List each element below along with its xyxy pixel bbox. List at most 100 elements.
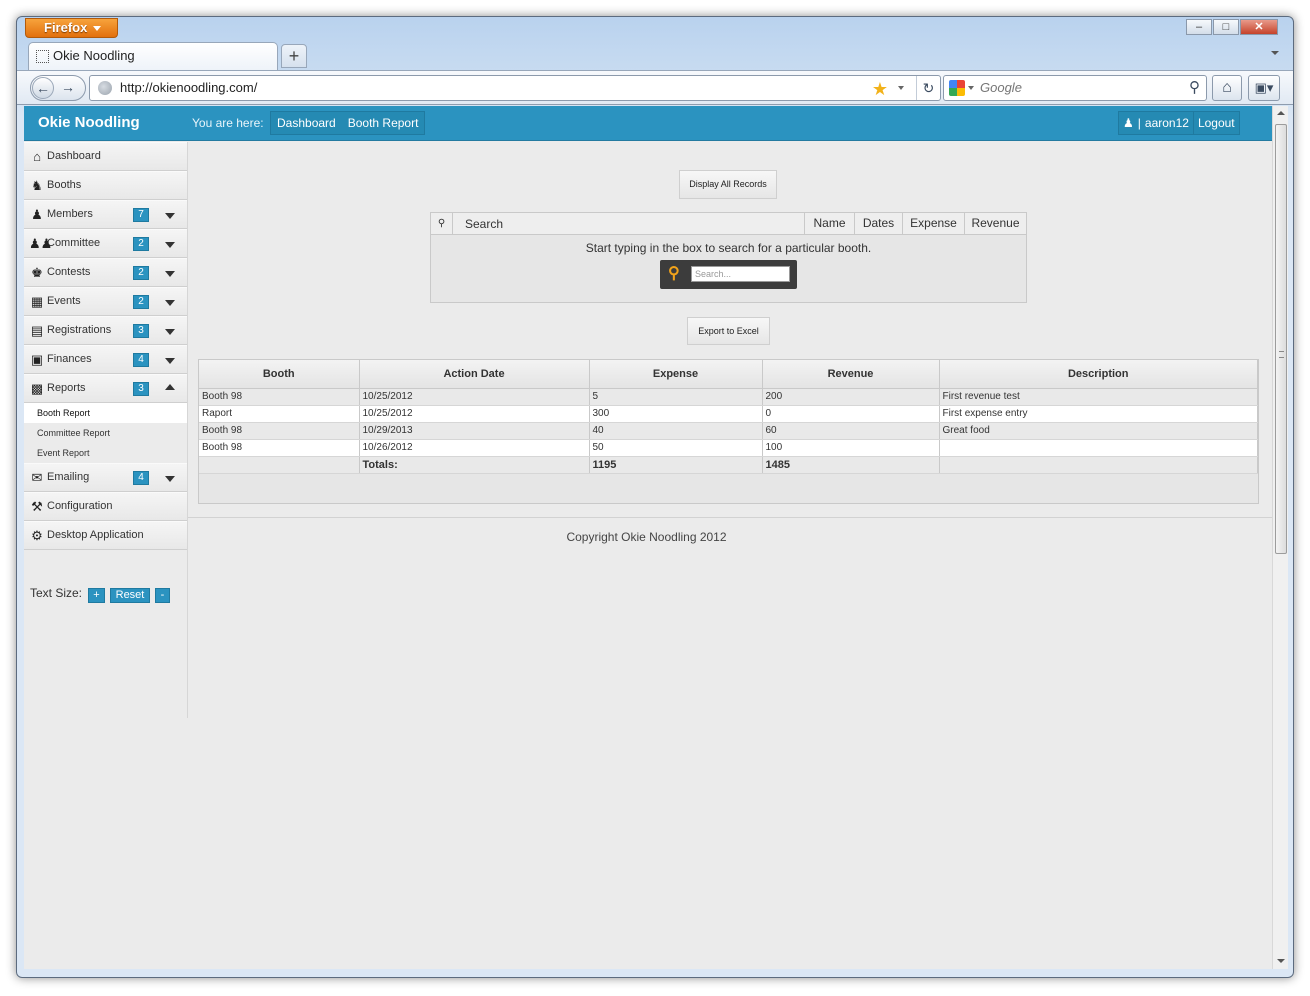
minimize-button[interactable]: – bbox=[1186, 19, 1212, 35]
column-header-booth[interactable]: Booth bbox=[199, 360, 360, 389]
chevron-down-icon[interactable] bbox=[165, 358, 175, 364]
close-button[interactable]: ✕ bbox=[1240, 19, 1278, 35]
totals-row: Totals: 1195 1485 bbox=[199, 456, 1258, 474]
logout-link[interactable]: Logout bbox=[1192, 112, 1239, 134]
count-badge: 4 bbox=[133, 353, 149, 367]
cell-empty bbox=[199, 456, 360, 474]
sidebar-item-reports[interactable]: ▩ Reports 3 bbox=[24, 374, 187, 403]
scrollbar-thumb[interactable] bbox=[1275, 124, 1287, 554]
search-filter-revenue[interactable]: Revenue bbox=[964, 213, 1026, 234]
bookmarks-menu-button[interactable]: ▣▾ bbox=[1248, 75, 1280, 101]
cell-revenue: 100 bbox=[762, 439, 940, 457]
chevron-down-icon[interactable] bbox=[165, 329, 175, 335]
window-bottom-frame bbox=[24, 969, 1288, 977]
book-icon: ▤ bbox=[30, 323, 44, 338]
chevron-down-icon[interactable] bbox=[165, 271, 175, 277]
username[interactable]: aaron12 bbox=[1141, 112, 1193, 134]
sidebar-item-label: Finances bbox=[47, 353, 92, 365]
search-engine-dropdown-icon[interactable] bbox=[968, 86, 974, 90]
count-badge: 7 bbox=[133, 208, 149, 222]
cell-action-date: 10/25/2012 bbox=[359, 405, 590, 423]
sidebar-item-desktop-application[interactable]: ⚙ Desktop Application bbox=[24, 521, 187, 550]
new-tab-button[interactable]: + bbox=[281, 44, 307, 68]
text-size-increase-button[interactable]: + bbox=[88, 588, 105, 603]
column-header-action-date[interactable]: Action Date bbox=[359, 360, 590, 389]
sidebar-item-dashboard[interactable]: ⌂ Dashboard bbox=[24, 142, 187, 171]
search-filter-expense[interactable]: Expense bbox=[902, 213, 964, 234]
google-icon[interactable] bbox=[949, 80, 965, 96]
trophy-icon: ♚ bbox=[31, 265, 43, 280]
search-filter-dates[interactable]: Dates bbox=[854, 213, 902, 234]
column-header-expense[interactable]: Expense bbox=[589, 360, 763, 389]
brand-title[interactable]: Okie Noodling bbox=[38, 114, 140, 131]
cell-action-date: 10/29/2013 bbox=[359, 422, 590, 440]
cell-action-date: 10/25/2012 bbox=[359, 388, 590, 406]
table-row[interactable]: Raport 10/25/2012 300 0 First expense en… bbox=[199, 405, 1258, 423]
sidebar-item-events[interactable]: ▦ Events 2 bbox=[24, 287, 187, 316]
total-revenue: 1485 bbox=[762, 456, 940, 474]
sidebar-item-label: Committee bbox=[47, 237, 101, 249]
tab-okie-noodling[interactable]: Okie Noodling bbox=[28, 42, 278, 70]
booth-report-table: Booth Action Date Expense Revenue Descri… bbox=[198, 359, 1259, 504]
chevron-up-icon[interactable] bbox=[165, 384, 175, 390]
search-icon[interactable]: ⚲ bbox=[1189, 76, 1200, 100]
chevron-down-icon[interactable] bbox=[165, 213, 175, 219]
sidebar-item-label: Registrations bbox=[47, 324, 112, 336]
sidebar-item-contests[interactable]: ♚ Contests 2 bbox=[24, 258, 187, 287]
table-row[interactable]: Booth 98 10/29/2013 40 60 Great food bbox=[199, 422, 1258, 440]
chevron-down-icon[interactable] bbox=[165, 476, 175, 482]
text-size-reset-button[interactable]: Reset bbox=[110, 588, 150, 603]
sidebar-item-finances[interactable]: ▣ Finances 4 bbox=[24, 345, 187, 374]
url-bar[interactable]: http://okienoodling.com/ ★ ↻ bbox=[89, 75, 941, 101]
table-row[interactable]: Booth 98 10/25/2012 5 200 First revenue … bbox=[199, 388, 1258, 406]
sidebar-item-registrations[interactable]: ▤ Registrations 3 bbox=[24, 316, 187, 345]
globe-icon bbox=[98, 81, 112, 95]
scroll-down-arrow-icon[interactable] bbox=[1277, 959, 1285, 963]
chevron-down-icon[interactable] bbox=[165, 242, 175, 248]
count-badge: 3 bbox=[133, 324, 149, 338]
cell-expense: 40 bbox=[589, 422, 763, 440]
back-button[interactable]: ← bbox=[32, 77, 54, 99]
search-filter-name[interactable]: Name bbox=[804, 213, 854, 234]
reload-button[interactable]: ↻ bbox=[916, 76, 940, 100]
forward-button[interactable]: → bbox=[61, 79, 75, 95]
breadcrumb-booth-report[interactable]: Booth Report bbox=[342, 112, 425, 134]
sidebar-item-members[interactable]: ♟ Members 7 bbox=[24, 200, 187, 229]
sidebar-subitem-booth-report[interactable]: Booth Report bbox=[24, 403, 187, 423]
bookmark-star-icon[interactable]: ★ bbox=[872, 77, 888, 101]
export-to-excel-button[interactable]: Export to Excel bbox=[687, 317, 770, 345]
sidebar-item-configuration[interactable]: ⚒ Configuration bbox=[24, 492, 187, 521]
scroll-up-arrow-icon[interactable] bbox=[1277, 111, 1285, 115]
sidebar-subitem-committee-report[interactable]: Committee Report bbox=[24, 423, 187, 443]
gears-icon: ⚙ bbox=[31, 528, 43, 543]
url-dropdown-icon[interactable] bbox=[898, 86, 904, 90]
breadcrumb-dashboard[interactable]: Dashboard bbox=[271, 112, 342, 134]
tab-title: Okie Noodling bbox=[53, 48, 135, 63]
booth-search-input[interactable]: Search... bbox=[691, 266, 790, 282]
sidebar-item-emailing[interactable]: ✉ Emailing 4 bbox=[24, 463, 187, 492]
web-search-bar[interactable]: Google ⚲ bbox=[943, 75, 1207, 101]
maximize-button[interactable]: □ bbox=[1213, 19, 1239, 35]
search-panel-header: ⚲ Search Name Dates Expense Revenue bbox=[431, 213, 1026, 235]
column-header-description[interactable]: Description bbox=[939, 360, 1258, 389]
breadcrumb: Dashboard Booth Report bbox=[270, 111, 426, 135]
vertical-scrollbar[interactable] bbox=[1272, 106, 1288, 969]
firefox-menu-button[interactable]: Firefox bbox=[25, 18, 118, 38]
column-header-revenue[interactable]: Revenue bbox=[762, 360, 940, 389]
table-row[interactable]: Booth 98 10/26/2012 50 100 bbox=[199, 439, 1258, 457]
user-icon: ♟ bbox=[31, 207, 43, 222]
footer-divider bbox=[188, 517, 1272, 518]
count-badge: 2 bbox=[133, 237, 149, 251]
back-forward-group: ← → bbox=[30, 75, 86, 101]
home-button[interactable]: ⌂ bbox=[1212, 75, 1242, 101]
display-all-records-button[interactable]: Display All Records bbox=[679, 170, 777, 199]
horse-icon: ♞ bbox=[31, 178, 43, 193]
sidebar-item-booths[interactable]: ♞ Booths bbox=[24, 171, 187, 200]
list-all-tabs-icon[interactable] bbox=[1271, 51, 1279, 55]
text-size-decrease-button[interactable]: - bbox=[155, 588, 170, 603]
user-icon: ♟ bbox=[1123, 116, 1134, 130]
sidebar-item-committee[interactable]: ♟♟ Committee 2 bbox=[24, 229, 187, 258]
chevron-down-icon[interactable] bbox=[165, 300, 175, 306]
sidebar-subitem-event-report[interactable]: Event Report bbox=[24, 443, 187, 463]
cell-revenue: 200 bbox=[762, 388, 940, 406]
